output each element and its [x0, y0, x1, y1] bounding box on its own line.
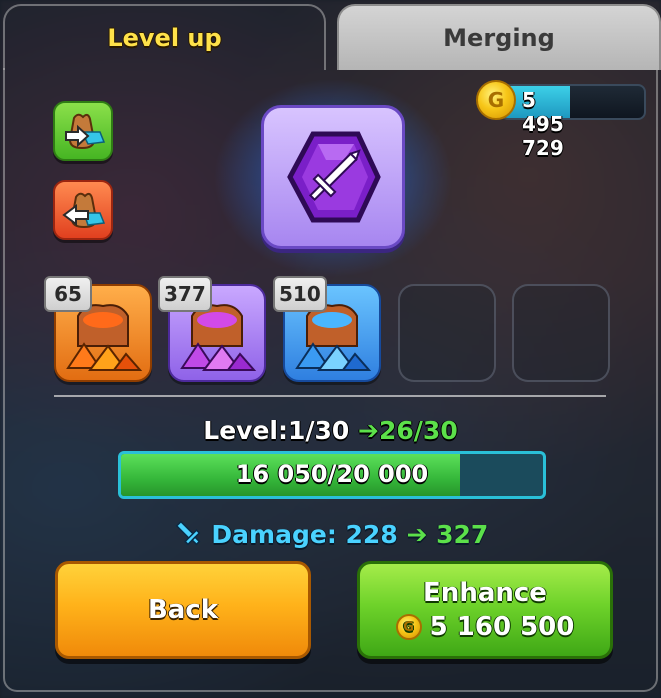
damage-next: 327	[436, 520, 489, 549]
level-line: Level:1/30 ➔26/30	[0, 416, 661, 445]
arrow-right-icon: ➔	[406, 520, 428, 549]
back-button-label: Back	[147, 595, 219, 625]
slot-count-badge: 65	[44, 276, 92, 312]
main-item-slot[interactable]	[261, 105, 405, 249]
add-materials-button[interactable]	[53, 101, 113, 161]
tab-level-up-label: Level up	[107, 24, 222, 52]
sword-icon	[175, 520, 201, 546]
enhance-button-label: Enhance	[423, 578, 547, 608]
slot-count-badge: 377	[158, 276, 212, 312]
tab-merging[interactable]: Merging	[337, 4, 661, 70]
arrow-right-icon: ➔	[358, 416, 379, 445]
remove-materials-button[interactable]	[53, 180, 113, 240]
damage-label: Damage:	[211, 520, 337, 549]
divider	[54, 395, 606, 397]
tab-level-up[interactable]: Level up	[3, 4, 326, 70]
slot-count-badge: 510	[273, 276, 327, 312]
material-slot-empty[interactable]	[398, 284, 496, 382]
gold-coin-icon: G	[476, 80, 516, 120]
damage-current: 228	[345, 520, 398, 549]
level-next: 26/30	[379, 416, 458, 445]
xp-progress-bar: 16 050/20 000	[118, 451, 546, 499]
xp-progress-text: 16 050/20 000	[235, 460, 429, 488]
level-current: 1/30	[288, 416, 350, 445]
gold-coin-icon: G	[395, 614, 422, 640]
material-slot-empty[interactable]	[512, 284, 610, 382]
purple-sword-gem-icon	[287, 131, 381, 223]
tab-merging-label: Merging	[443, 24, 555, 52]
damage-line: Damage: 228 ➔ 327	[0, 518, 661, 549]
enhance-cost: G 5 160 500	[395, 612, 575, 642]
enhance-cost-amount: 5 160 500	[429, 612, 575, 642]
back-button[interactable]: Back	[55, 561, 311, 659]
bag-arrow-in-icon	[65, 113, 106, 150]
level-label: Level:	[203, 416, 288, 445]
bag-arrow-out-icon	[62, 192, 106, 229]
enhance-button[interactable]: Enhance G 5 160 500	[357, 561, 613, 659]
currency-amount: 5 495 729	[522, 88, 564, 160]
